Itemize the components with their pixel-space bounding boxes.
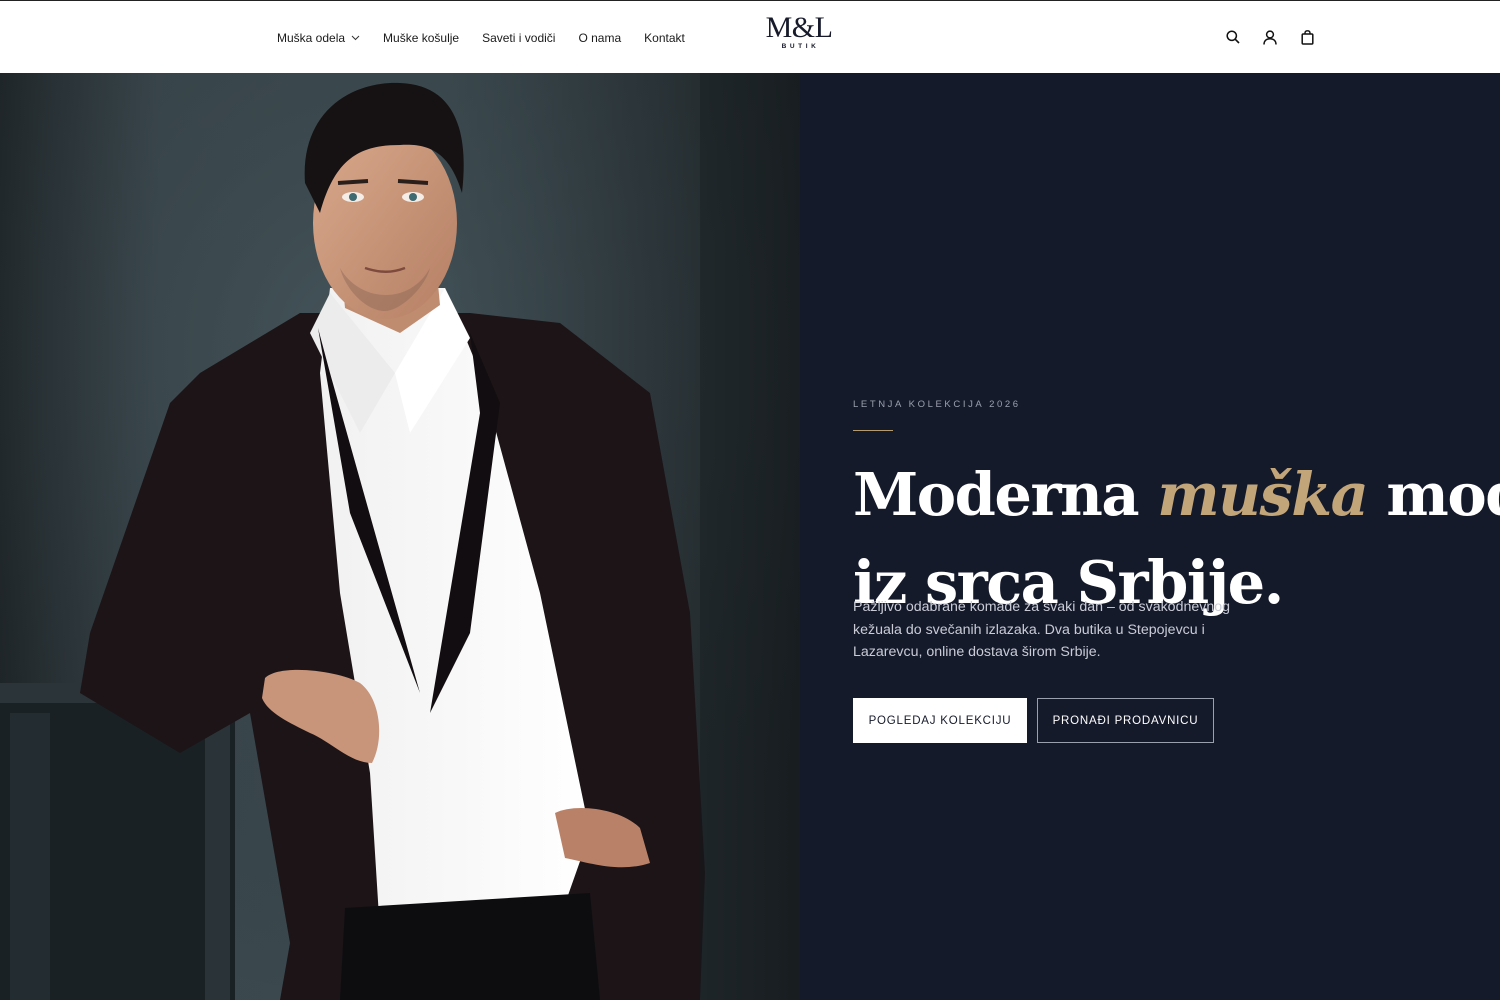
shopping-bag-icon[interactable] xyxy=(1298,27,1316,47)
site-logo[interactable]: M&L BUTIK xyxy=(764,11,834,51)
gold-divider xyxy=(853,430,893,431)
headline-part-2: moda xyxy=(1386,460,1500,529)
nav-item-label: Saveti i vodiči xyxy=(482,30,556,45)
nav-item-kontakt[interactable]: Kontakt xyxy=(644,31,685,45)
logo-subtitle: BUTIK xyxy=(781,43,820,50)
hero-section: LETNJA KOLEKCIJA 2026 Moderna muška moda… xyxy=(800,73,1500,1000)
nav-item-label: Kontakt xyxy=(644,30,685,45)
nav-item-muske-kosulje[interactable]: Muške košulje xyxy=(383,31,459,45)
header-actions xyxy=(1224,27,1335,47)
logo-mark: M&L xyxy=(765,11,833,44)
nav-item-label: O nama xyxy=(578,30,622,45)
nav-item-o-nama[interactable]: O nama xyxy=(578,31,621,45)
headline-part-1: Moderna xyxy=(853,460,1158,529)
search-icon[interactable] xyxy=(1224,27,1242,47)
hero-eyebrow: LETNJA KOLEKCIJA 2026 xyxy=(853,399,1021,410)
nav-item-label: Muška odela xyxy=(277,30,346,45)
site-header: Muška odela Muške košulje Saveti i vodič… xyxy=(0,0,1500,73)
find-store-button[interactable]: PRONAĐI PRODAVNICU xyxy=(1037,698,1214,743)
model-photo-illustration xyxy=(0,73,800,1000)
view-collection-button[interactable]: POGLEDAJ KOLEKCIJU xyxy=(853,698,1027,743)
user-icon[interactable] xyxy=(1261,27,1279,47)
chevron-down-icon xyxy=(351,35,360,41)
headline-accent: muška xyxy=(1157,460,1369,529)
hero-photo xyxy=(0,73,800,1000)
nav-item-muska-odela[interactable]: Muška odela xyxy=(277,31,360,45)
nav-item-saveti[interactable]: Saveti i vodiči xyxy=(482,31,555,45)
hero-lead: Pažljivo odabrane komade za svaki dan – … xyxy=(853,599,1231,660)
nav-item-label: Muške košulje xyxy=(383,30,460,45)
main-nav: Muška odela Muške košulje Saveti i vodič… xyxy=(277,1,708,74)
